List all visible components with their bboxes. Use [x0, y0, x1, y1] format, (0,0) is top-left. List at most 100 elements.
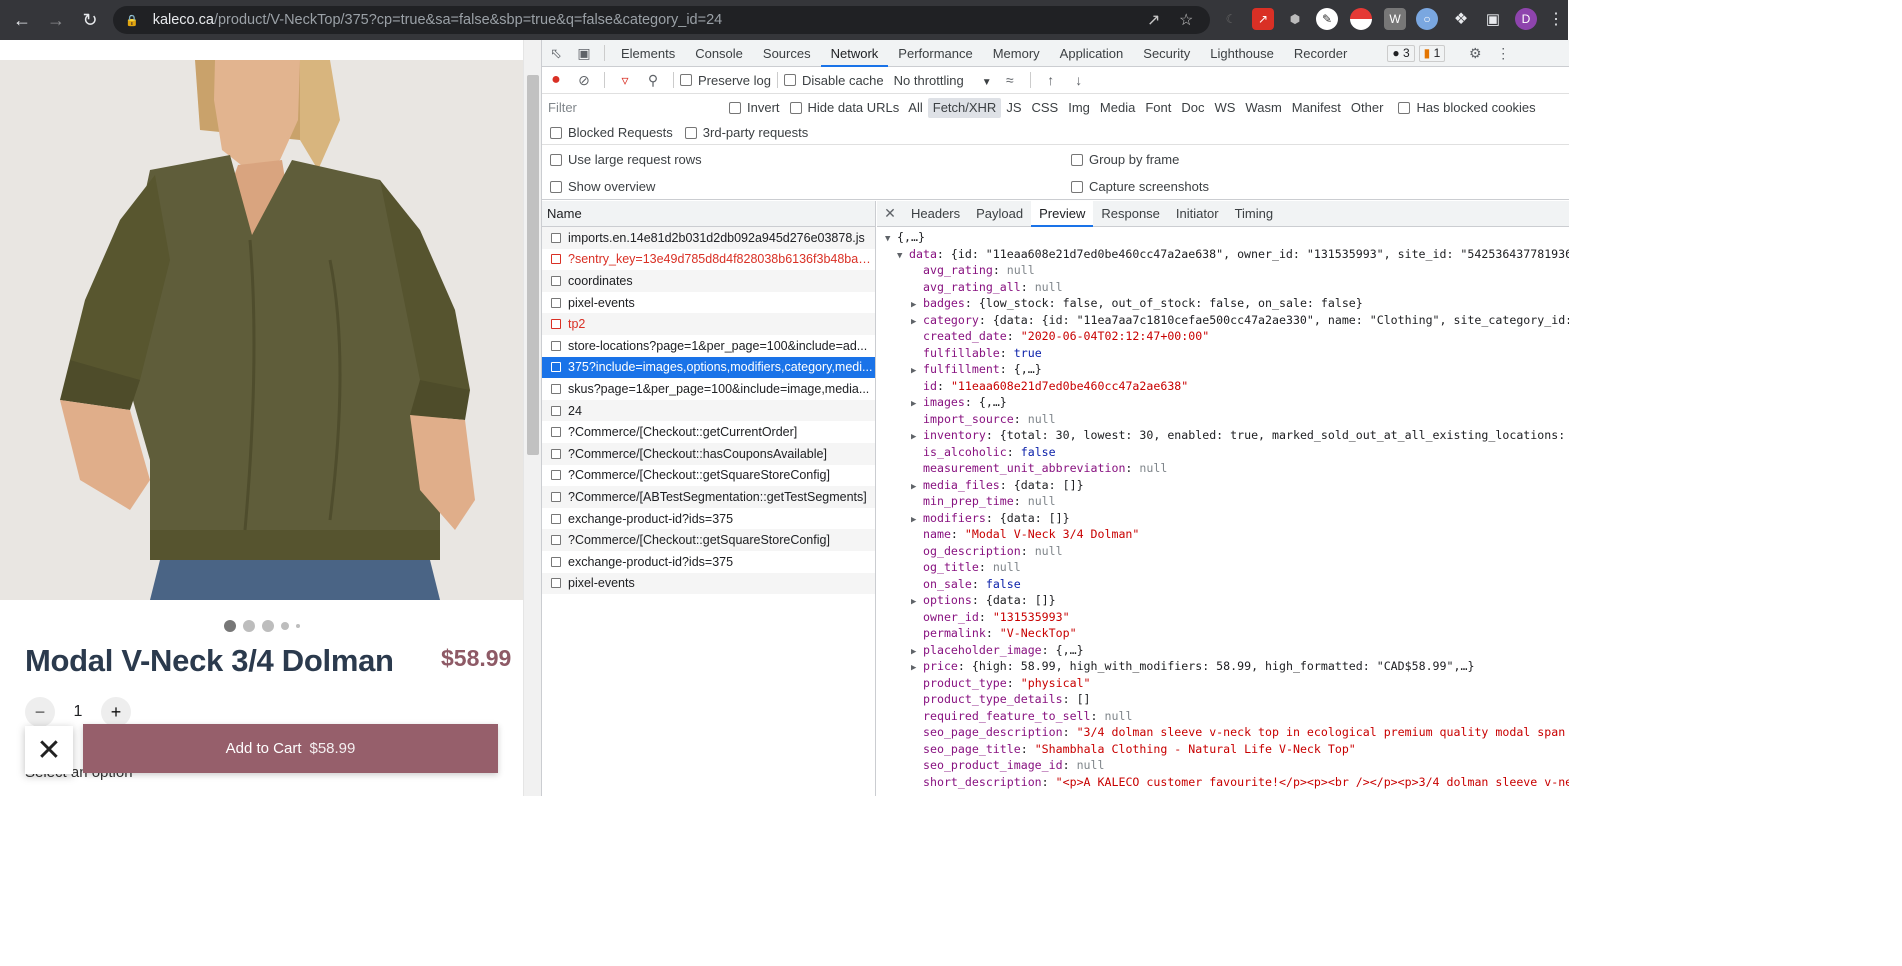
json-data-line[interactable]: ▼ data: {id: "11eaa608e21d7ed0be460cc47a2… [877, 246, 1569, 263]
json-property-line[interactable]: og_description: null [877, 543, 1569, 560]
request-row[interactable]: ?Commerce/[Checkout::getSquareStoreConfi… [542, 529, 875, 551]
settings-gear-icon[interactable]: ⚙ [1461, 40, 1489, 67]
json-property-line[interactable]: og_title: null [877, 559, 1569, 576]
page-scrollbar[interactable] [523, 40, 541, 796]
carousel-dot[interactable] [262, 620, 274, 632]
capture-screenshots-checkbox[interactable]: Capture screenshots [1071, 179, 1209, 194]
show-overview-checkbox[interactable]: Show overview [550, 179, 655, 194]
tab-application[interactable]: Application [1050, 40, 1134, 67]
request-row[interactable]: tp2 [542, 313, 875, 335]
tab-performance[interactable]: Performance [888, 40, 982, 67]
name-column-header[interactable]: Name [542, 201, 875, 227]
add-to-cart-button[interactable]: Add to Cart $58.99 [83, 724, 498, 773]
cube-extension-icon[interactable]: ⬢ [1284, 8, 1306, 30]
request-row[interactable]: 24 [542, 399, 875, 422]
address-bar[interactable]: 🔒 kaleco.ca/product/V-NeckTop/375?cp=tru… [113, 6, 1210, 34]
record-icon[interactable]: ● [542, 67, 570, 94]
detail-tab-payload[interactable]: Payload [968, 201, 1031, 227]
tab-memory[interactable]: Memory [983, 40, 1050, 67]
filter-type-all[interactable]: All [903, 98, 927, 118]
device-toolbar-icon[interactable]: ▣ [570, 40, 598, 67]
profile-avatar[interactable]: D [1515, 8, 1537, 30]
filter-type-fetchxhr[interactable]: Fetch/XHR [927, 97, 1002, 118]
request-row[interactable]: imports.en.14e81d2b031d2db092a945d276e03… [542, 227, 875, 249]
devtools-menu-icon[interactable]: ⋮ [1489, 40, 1517, 67]
request-row[interactable]: exchange-product-id?ids=375 [542, 508, 875, 530]
tab-elements[interactable]: Elements [611, 40, 685, 67]
forward-icon[interactable]: → [42, 6, 70, 34]
filter-type-font[interactable]: Font [1140, 98, 1176, 118]
request-row[interactable]: store-locations?page=1&per_page=100&incl… [542, 335, 875, 357]
carousel-dot[interactable] [296, 624, 300, 628]
search-icon[interactable]: ⚲ [639, 67, 667, 94]
json-property-line[interactable]: avg_rating: null [877, 262, 1569, 279]
reload-icon[interactable]: ↻ [76, 6, 104, 34]
notes-extension-icon[interactable]: ✎ [1316, 8, 1338, 30]
filter-type-ws[interactable]: WS [1209, 98, 1240, 118]
json-property-line[interactable]: measurement_unit_abbreviation: null [877, 460, 1569, 477]
json-property-line[interactable]: id: "11eaa608e21d7ed0be460cc47a2ae638" [877, 378, 1569, 395]
json-property-line[interactable]: seo_page_description: "3/4 dolman sleeve… [877, 724, 1569, 741]
request-row[interactable]: ?sentry_key=13e49d785d8d4f828038b6136f3b… [542, 249, 875, 271]
arrow-extension-icon[interactable]: ↗ [1252, 8, 1274, 30]
preserve-log-checkbox[interactable]: Preserve log [680, 73, 771, 88]
json-property-line[interactable]: ▶ placeholder_image: {,…} [877, 642, 1569, 659]
request-row[interactable]: coordinates [542, 270, 875, 292]
w-extension-icon[interactable]: W [1384, 8, 1406, 30]
json-property-line[interactable]: created_date: "2020-06-04T02:12:47+00:00… [877, 328, 1569, 345]
large-rows-checkbox[interactable]: Use large request rows [550, 152, 702, 167]
json-property-line[interactable]: import_source: null [877, 411, 1569, 428]
close-button[interactable]: ✕ [25, 726, 73, 774]
share-icon[interactable]: ↗ [1147, 10, 1160, 30]
json-property-line[interactable]: owner_id: "131535993" [877, 609, 1569, 626]
puzzle-extensions-icon[interactable]: ❖ [1450, 8, 1472, 30]
filter-type-wasm[interactable]: Wasm [1240, 98, 1286, 118]
carousel-dot[interactable] [243, 620, 255, 632]
blocked-requests-checkbox[interactable]: Blocked Requests [550, 125, 673, 140]
filter-input[interactable]: Filter [548, 97, 715, 118]
third-party-requests-checkbox[interactable]: 3rd-party requests [684, 125, 808, 140]
quantity-decrease-button[interactable]: − [25, 697, 55, 727]
error-count-badge[interactable]: ● 3 [1387, 44, 1415, 62]
carousel-dot[interactable] [281, 622, 289, 630]
request-row[interactable]: ?Commerce/[ABTestSegmentation::getTestSe… [542, 486, 875, 508]
json-property-line[interactable]: ▶ images: {,…} [877, 394, 1569, 411]
throttling-select[interactable]: No throttling ▼ [894, 73, 992, 88]
product-image[interactable] [0, 60, 523, 600]
json-property-line[interactable]: on_sale: false [877, 576, 1569, 593]
quantity-value[interactable]: 1 [55, 703, 101, 721]
json-root-line[interactable]: ▼ {,…} [877, 229, 1569, 246]
dark-mode-extension-icon[interactable]: ☾ [1220, 8, 1242, 30]
json-property-line[interactable]: ▶ badges: {low_stock: false, out_of_stock… [877, 295, 1569, 312]
import-har-icon[interactable]: ↑ [1037, 67, 1065, 94]
filter-type-manifest[interactable]: Manifest [1287, 98, 1346, 118]
image-carousel-dots[interactable] [224, 620, 300, 632]
page-scrollbar-thumb[interactable] [527, 75, 539, 455]
has-blocked-cookies-checkbox[interactable]: Has blocked cookies [1398, 100, 1536, 115]
json-property-line[interactable]: seo_product_image_id: null [877, 757, 1569, 774]
detail-tab-response[interactable]: Response [1093, 201, 1168, 227]
json-property-line[interactable]: ▶ options: {data: []} [877, 592, 1569, 609]
tab-recorder[interactable]: Recorder [1284, 40, 1357, 67]
group-by-frame-checkbox[interactable]: Group by frame [1071, 152, 1179, 167]
json-property-line[interactable]: name: "Modal V-Neck 3/4 Dolman" [877, 526, 1569, 543]
json-property-line[interactable]: required_feature_to_sell: null [877, 708, 1569, 725]
json-property-line[interactable]: is_alcoholic: false [877, 444, 1569, 461]
json-property-line[interactable]: fulfillable: true [877, 345, 1569, 362]
side-panel-icon[interactable]: ▣ [1482, 8, 1504, 30]
detail-tab-headers[interactable]: Headers [903, 201, 968, 227]
filter-type-js[interactable]: JS [1001, 98, 1026, 118]
tab-lighthouse[interactable]: Lighthouse [1200, 40, 1284, 67]
back-icon[interactable]: ← [8, 6, 36, 34]
json-property-line[interactable]: ▶ inventory: {total: 30, lowest: 30, enab… [877, 427, 1569, 444]
hide-data-urls-checkbox[interactable]: Hide data URLs [789, 100, 899, 115]
json-property-line[interactable]: ▶ fulfillment: {,…} [877, 361, 1569, 378]
export-har-icon[interactable]: ↓ [1065, 67, 1093, 94]
json-property-line[interactable]: min_prep_time: null [877, 493, 1569, 510]
pokeball-extension-icon[interactable] [1350, 8, 1372, 30]
tab-console[interactable]: Console [685, 40, 753, 67]
filter-icon[interactable]: ▿ [611, 67, 639, 94]
request-row[interactable]: pixel-events [542, 572, 875, 595]
network-conditions-icon[interactable]: ≈ [996, 67, 1024, 94]
warning-count-badge[interactable]: ▮ 1 [1418, 44, 1446, 62]
